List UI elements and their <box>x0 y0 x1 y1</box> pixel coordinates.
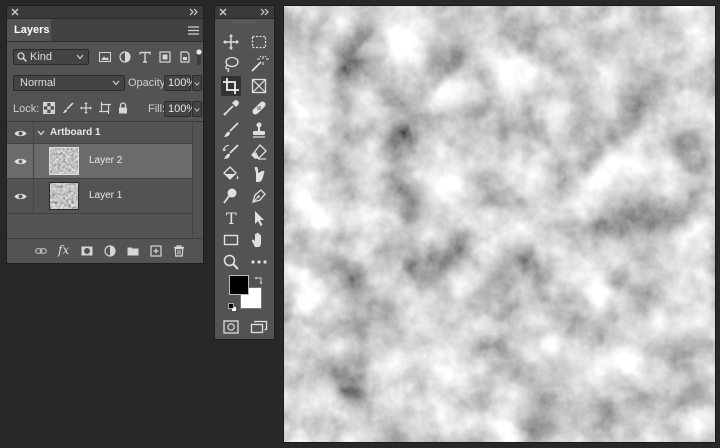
quick-mask-icon[interactable] <box>221 317 241 337</box>
eye-icon <box>14 130 27 137</box>
layer-thumbnail <box>49 147 79 175</box>
chevron-down-icon <box>112 80 120 86</box>
opacity-field[interactable]: 100% <box>164 75 196 91</box>
filter-kind-label: Kind <box>30 51 53 63</box>
hand-tool-icon[interactable] <box>249 230 269 250</box>
lock-row: Lock: Fill: 100% <box>7 98 203 120</box>
fx-icon[interactable]: fx <box>58 243 69 257</box>
fill-field[interactable]: 100% <box>164 101 196 117</box>
layer-thumbnail <box>49 182 79 210</box>
marquee-tool-icon[interactable] <box>249 32 269 52</box>
eye-icon <box>14 193 27 200</box>
collapse-panel-icon[interactable] <box>260 8 270 16</box>
panel-menu-icon[interactable] <box>188 26 199 35</box>
adjustment-layer-icon[interactable] <box>104 245 116 257</box>
layers-footer: fx <box>7 238 203 263</box>
new-layer-icon[interactable] <box>150 245 162 257</box>
lock-artboard-icon[interactable] <box>99 102 111 114</box>
smart-object-filter-icon[interactable] <box>179 51 191 63</box>
lasso-tool-icon[interactable] <box>221 54 241 74</box>
type-tool-icon[interactable]: T <box>221 208 241 228</box>
layers-tabbar: Layers <box>7 19 203 42</box>
document-canvas[interactable] <box>283 5 716 443</box>
eyedropper-tool-icon[interactable] <box>221 98 241 118</box>
healing-brush-tool-icon[interactable] <box>249 98 269 118</box>
paint-bucket-tool-icon[interactable] <box>221 164 241 184</box>
clouds-render-image <box>284 6 715 442</box>
shape-filter-icon[interactable] <box>159 51 171 63</box>
smudge-tool-icon[interactable] <box>249 164 269 184</box>
type-tool-glyph: T <box>226 209 237 228</box>
layers-panel-topbar <box>7 6 203 19</box>
blend-mode-select[interactable]: Normal <box>13 75 125 91</box>
opacity-dropdown[interactable] <box>192 75 202 91</box>
layers-list: Artboard 1 Layer 2 Layer 1 <box>7 121 203 238</box>
eraser-tool-icon[interactable] <box>249 142 269 162</box>
lock-image-pixels-icon[interactable] <box>62 102 74 114</box>
layers-scrollbar[interactable] <box>192 122 203 238</box>
frame-tool-icon[interactable] <box>249 76 269 96</box>
close-icon[interactable] <box>11 8 19 16</box>
path-selection-tool-icon[interactable] <box>249 208 269 228</box>
panel-grip-icon[interactable] <box>233 20 257 24</box>
layers-panel: Layers Kind Normal Opacity: 100% Lock: F… <box>6 5 204 264</box>
foreground-color-swatch[interactable] <box>229 275 249 295</box>
new-group-icon[interactable] <box>127 245 139 257</box>
pen-tool-icon[interactable] <box>249 186 269 206</box>
layer-name: Artboard 1 <box>50 127 101 138</box>
chevron-down-icon[interactable] <box>37 130 45 136</box>
tab-layers[interactable]: Layers <box>7 19 51 41</box>
layer-row-layer-1[interactable]: Layer 1 <box>7 179 193 214</box>
close-icon[interactable] <box>219 8 227 16</box>
chevron-down-icon <box>76 54 84 60</box>
tools-panel: T <box>214 5 275 340</box>
zoom-tool-icon[interactable] <box>221 252 241 272</box>
lock-all-icon[interactable] <box>117 102 129 114</box>
swap-colors-icon[interactable] <box>254 275 264 285</box>
adjustment-filter-icon[interactable] <box>119 51 131 63</box>
link-layers-icon[interactable] <box>35 245 47 257</box>
blend-mode-value: Normal <box>20 77 56 89</box>
move-tool-icon[interactable] <box>221 32 241 52</box>
visibility-toggle[interactable] <box>7 144 34 178</box>
tools-panel-topbar <box>215 6 274 19</box>
dodge-tool-icon[interactable] <box>221 186 241 206</box>
layer-row-artboard-1[interactable]: Artboard 1 <box>7 122 193 144</box>
chevron-down-icon <box>194 82 200 86</box>
lock-position-icon[interactable] <box>80 102 92 114</box>
blend-row: Normal Opacity: 100% <box>7 72 203 94</box>
type-filter-icon[interactable] <box>139 51 151 63</box>
delete-layer-icon[interactable] <box>173 245 185 257</box>
visibility-toggle[interactable] <box>7 122 34 143</box>
eye-icon <box>14 158 27 165</box>
fill-dropdown[interactable] <box>192 101 202 117</box>
brush-tool-icon[interactable] <box>221 120 241 140</box>
filter-toggle-switch[interactable] <box>196 48 202 66</box>
default-colors-icon[interactable] <box>228 303 237 312</box>
layer-filter-row: Kind <box>7 46 203 68</box>
image-filter-icon[interactable] <box>99 51 111 63</box>
add-mask-icon[interactable] <box>81 245 93 257</box>
layer-name: Layer 1 <box>89 190 123 201</box>
collapse-panel-icon[interactable] <box>189 8 199 16</box>
fill-label: Fill: <box>148 103 166 115</box>
opacity-label: Opacity: <box>128 77 169 89</box>
crop-tool-icon[interactable] <box>221 76 241 96</box>
visibility-toggle[interactable] <box>7 179 34 213</box>
search-icon <box>17 52 27 62</box>
filter-kind-select[interactable]: Kind <box>13 49 89 65</box>
chevron-down-icon <box>194 108 200 112</box>
more-tools-icon[interactable] <box>249 252 269 272</box>
layer-row-layer-2[interactable]: Layer 2 <box>7 144 193 179</box>
lock-label: Lock: <box>13 103 40 115</box>
screen-mode-icon[interactable] <box>249 317 269 337</box>
rectangle-tool-icon[interactable] <box>221 230 241 250</box>
clone-stamp-tool-icon[interactable] <box>249 120 269 140</box>
lock-transparent-pixels-icon[interactable] <box>43 102 55 114</box>
history-brush-tool-icon[interactable] <box>221 142 241 162</box>
layer-name: Layer 2 <box>89 155 123 166</box>
magic-wand-tool-icon[interactable] <box>249 54 269 74</box>
